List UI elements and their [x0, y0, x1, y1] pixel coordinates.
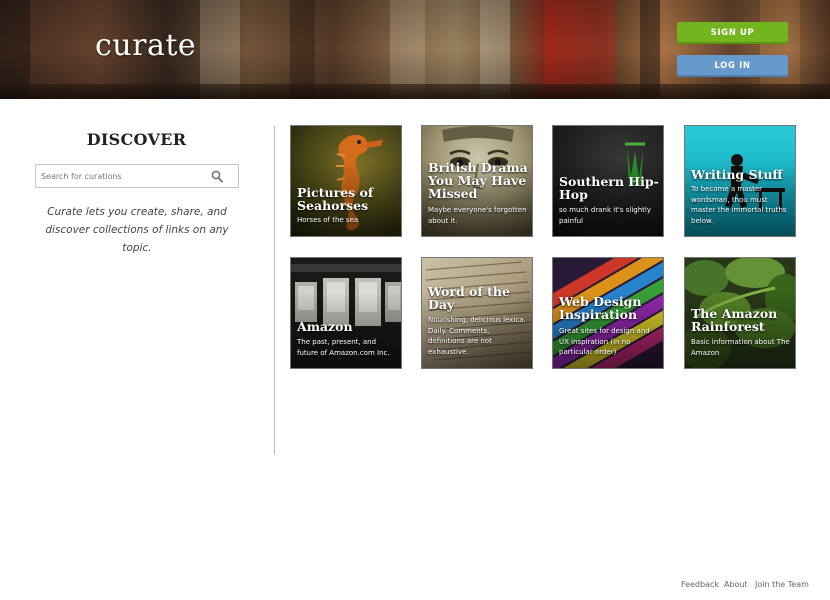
footer-link-join-the-team[interactable]: Join the Team	[755, 580, 809, 589]
search-icon[interactable]	[211, 170, 223, 183]
login-button[interactable]: LOG IN	[677, 55, 788, 77]
card-title: Word of the Day	[428, 284, 510, 312]
curation-card-british-drama[interactable]: British Drama You May Have Missed Maybe …	[421, 125, 533, 237]
card-description: To become a master wordsman, thou must m…	[691, 185, 787, 225]
curation-card-seahorses[interactable]: Pictures of Seahorses Horses of the sea	[290, 125, 402, 237]
curation-card-amazon-rainforest[interactable]: The Amazon Rainforest Basic information …	[684, 257, 796, 369]
card-description: Basic information about The Amazon	[691, 338, 790, 357]
header-shelf	[0, 84, 830, 99]
discover-title: DISCOVER	[86, 130, 187, 149]
card-title: Web Design Inspiration	[559, 294, 642, 322]
card-description: The past, present, and future of Amazon.…	[297, 338, 390, 357]
card-description: Horses of the sea	[297, 216, 359, 224]
curation-card-writing-stuff[interactable]: Writing Stuff To become a master wordsma…	[684, 125, 796, 237]
curation-card-word-of-the-day[interactable]: Word of the Day Nourishing, delicious le…	[421, 257, 533, 369]
card-description: Nourishing, delicious lexica. Daily. Com…	[428, 316, 526, 356]
curation-card-web-design-inspiration[interactable]: Web Design Inspiration Great sites for d…	[552, 257, 664, 369]
card-description: Great sites for design and UX inspiratio…	[559, 327, 650, 356]
curation-card-amazon[interactable]: Amazon The past, present, and future of …	[290, 257, 402, 369]
card-description: Maybe everyone's forgotten about it.	[428, 206, 527, 225]
card-title: British Drama You May Have Missed	[428, 160, 528, 201]
card-description: so much drank it's slightly painful	[559, 206, 651, 225]
header-banner: curate SIGN UP LOG IN	[0, 0, 830, 99]
logo[interactable]: curate	[95, 28, 196, 63]
footer-link-feedback[interactable]: Feedback	[681, 580, 719, 589]
card-title: Southern Hip-Hop	[559, 174, 659, 202]
card-title: Pictures of Seahorses	[297, 185, 374, 213]
curation-card-southern-hip-hop[interactable]: Southern Hip-Hop so much drank it's slig…	[552, 125, 664, 237]
sidebar-divider	[274, 126, 275, 454]
footer-link-about[interactable]: About	[724, 580, 748, 589]
search-box[interactable]	[35, 164, 239, 188]
tagline: Curate lets you create, share, and disco…	[45, 206, 229, 254]
card-title: Writing Stuff	[691, 167, 783, 182]
card-title: Amazon	[297, 319, 353, 334]
card-title: The Amazon Rainforest	[691, 306, 778, 334]
search-input[interactable]	[41, 168, 206, 184]
signup-button[interactable]: SIGN UP	[677, 22, 788, 44]
